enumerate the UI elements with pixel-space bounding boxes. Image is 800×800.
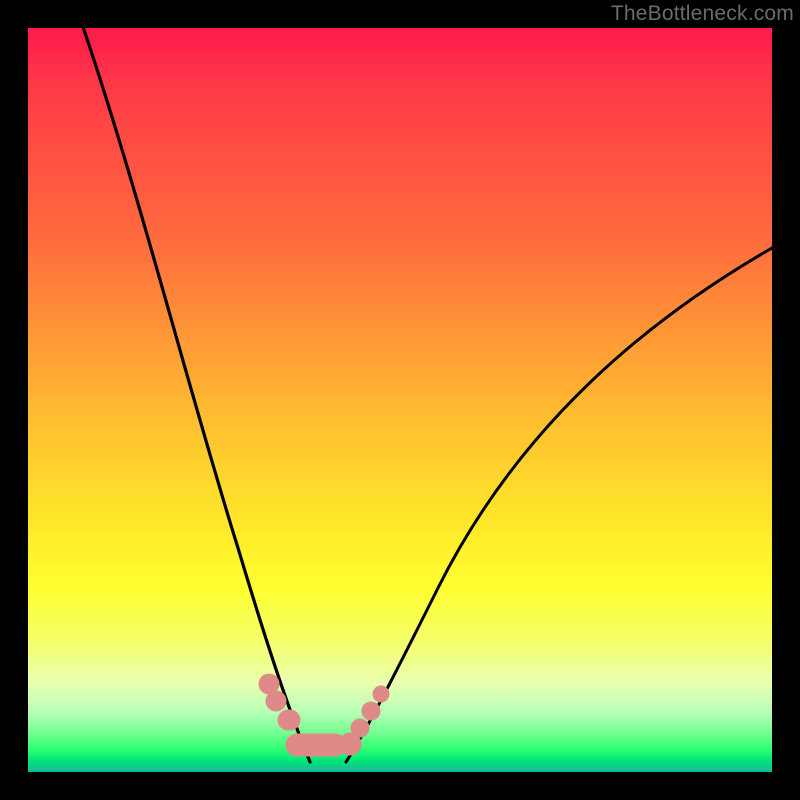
plot-area [28, 28, 772, 772]
right-curve [346, 248, 772, 762]
watermark-text: TheBottleneck.com [611, 2, 794, 26]
curve-layer [28, 28, 772, 772]
left-curve [80, 28, 310, 762]
outer-frame: TheBottleneck.com [0, 0, 800, 800]
valley-markers [259, 674, 389, 756]
